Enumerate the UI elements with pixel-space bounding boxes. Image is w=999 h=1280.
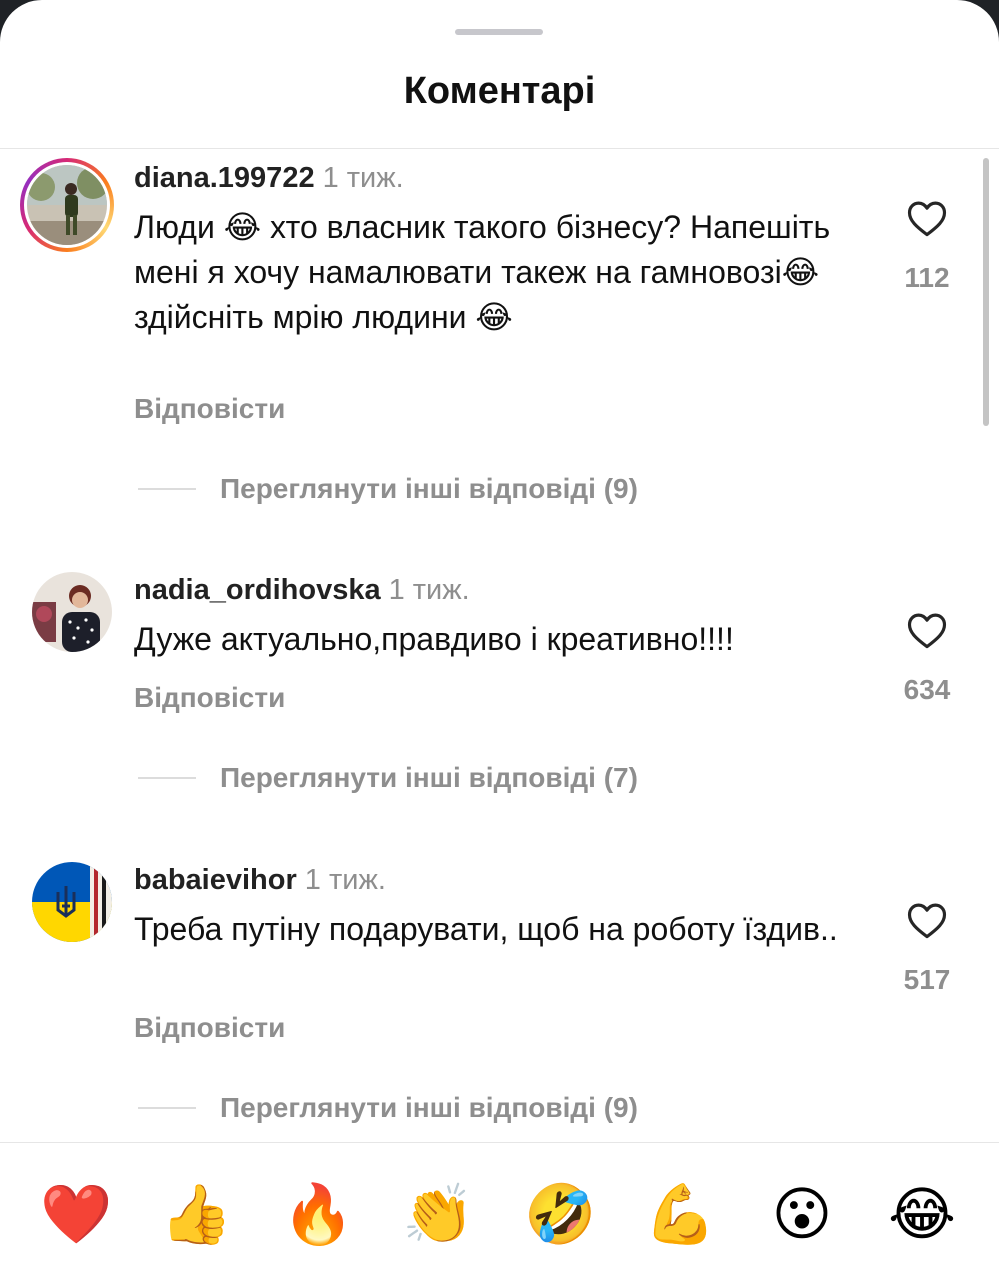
heart-icon[interactable] — [906, 610, 948, 650]
reaction-bar-divider — [0, 1142, 999, 1143]
timestamp: 1 тиж. — [322, 162, 404, 194]
replies-divider-line — [138, 777, 196, 779]
heart-icon[interactable] — [906, 900, 948, 940]
reaction-bar: ❤️ 👍 🔥 👏 🤣 💪 😮 😂 — [0, 1178, 999, 1258]
reply-button[interactable]: Відповісти — [134, 682, 285, 714]
like-control: 634 — [887, 610, 967, 706]
comment-meta: babaievihor 1 тиж. — [134, 864, 386, 897]
timestamp: 1 тиж. — [304, 864, 386, 896]
scrollbar[interactable] — [983, 158, 989, 426]
fire-emoji-icon[interactable]: 🔥 — [282, 1178, 354, 1250]
tears-of-joy-emoji-icon[interactable]: 😂 — [886, 1178, 958, 1250]
like-count: 517 — [903, 964, 951, 995]
flexed-biceps-emoji-icon[interactable]: 💪 — [644, 1178, 716, 1250]
header-divider — [0, 148, 999, 149]
username[interactable]: nadia_ordihovska — [134, 574, 381, 606]
replies-divider-line — [138, 1107, 196, 1109]
clapping-hands-emoji-icon[interactable]: 👏 — [402, 1178, 474, 1250]
replies-divider-line — [138, 488, 196, 490]
heart-icon[interactable] — [906, 198, 948, 238]
view-replies-button[interactable]: Переглянути інші відповіді (9) — [138, 1088, 638, 1128]
comment-meta: nadia_ordihovska 1 тиж. — [134, 574, 470, 607]
view-replies-label: Переглянути інші відповіді (7) — [220, 762, 638, 793]
timestamp: 1 тиж. — [388, 574, 470, 606]
view-replies-label: Переглянути інші відповіді (9) — [220, 473, 638, 504]
page-title: Коментарі — [403, 70, 596, 112]
username[interactable]: diana.199722 — [134, 162, 315, 194]
story-ring[interactable] — [20, 158, 114, 252]
drag-handle[interactable] — [455, 29, 543, 35]
view-replies-button[interactable]: Переглянути інші відповіді (9) — [138, 469, 638, 509]
avatar[interactable] — [32, 862, 112, 942]
username[interactable]: babaievihor — [134, 864, 297, 896]
surprised-face-emoji-icon[interactable]: 😮 — [766, 1178, 838, 1250]
thumbs-up-emoji-icon[interactable]: 👍 — [160, 1178, 232, 1250]
avatar[interactable] — [32, 572, 112, 652]
view-replies-label: Переглянути інші відповіді (9) — [220, 1092, 638, 1123]
like-count: 634 — [903, 674, 951, 705]
like-control: 112 — [887, 198, 967, 294]
comments-sheet: Коментарі diana.199722 1 тиж. Люди 😂 хто… — [0, 0, 999, 1280]
avatar[interactable] — [27, 165, 107, 245]
red-heart-emoji-icon[interactable]: ❤️ — [40, 1178, 112, 1250]
comment-text: Треба путіну подарувати, щоб на роботу ї… — [134, 911, 838, 947]
reply-button[interactable]: Відповісти — [134, 393, 285, 425]
comment-text: Дуже актуально,правдиво і креативно!!!! — [134, 621, 734, 657]
comment-text: Люди 😂 хто власник такого бізнесу? Напеш… — [134, 209, 831, 335]
rolling-laughing-emoji-icon[interactable]: 🤣 — [524, 1178, 596, 1250]
like-count: 112 — [904, 262, 950, 293]
view-replies-button[interactable]: Переглянути інші відповіді (7) — [138, 758, 638, 798]
comment-meta: diana.199722 1 тиж. — [134, 162, 404, 195]
like-control: 517 — [887, 900, 967, 996]
reply-button[interactable]: Відповісти — [134, 1012, 285, 1044]
